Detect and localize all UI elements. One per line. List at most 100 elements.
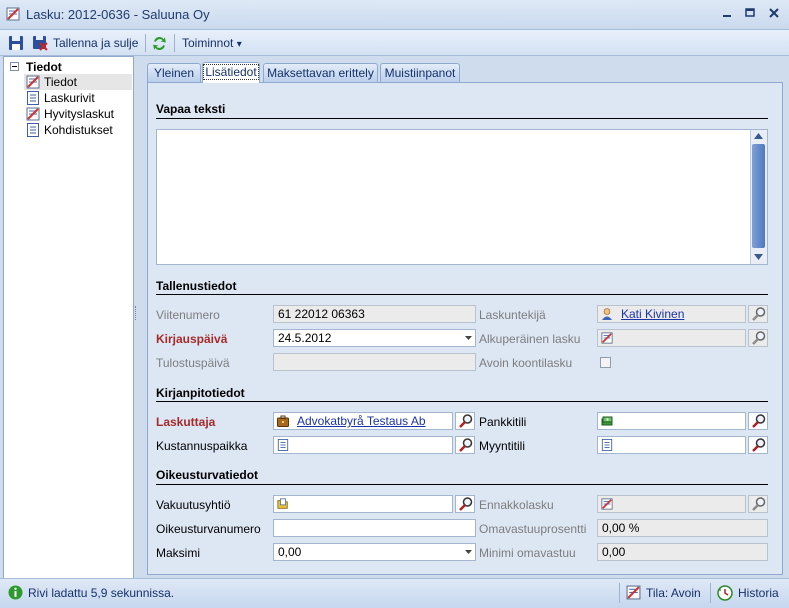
max-label: Maksimi bbox=[156, 546, 200, 560]
free-text-area[interactable] bbox=[156, 129, 768, 265]
min-deductible-field[interactable]: 0,00 bbox=[597, 543, 768, 561]
billing-party-label: Laskuttaja bbox=[156, 415, 216, 429]
tab-label: Muistiinpanot bbox=[384, 66, 456, 80]
advance-invoice-field[interactable] bbox=[597, 495, 746, 513]
bank-account-label: Pankkitili bbox=[479, 415, 527, 429]
scrollbar[interactable] bbox=[750, 130, 767, 264]
booking-date-field[interactable]: 24.5.2012 bbox=[273, 329, 476, 347]
legal-number-field[interactable] bbox=[273, 519, 476, 537]
insurer-field[interactable] bbox=[273, 495, 453, 513]
tab-muistiinpanot[interactable]: Muistiinpanot bbox=[380, 63, 460, 83]
close-icon bbox=[769, 8, 779, 18]
biller-link[interactable]: Kati Kivinen bbox=[621, 306, 684, 322]
cost-center-lookup-button[interactable] bbox=[455, 436, 475, 454]
original-invoice-lookup-button[interactable] bbox=[748, 329, 768, 347]
cost-center-label: Kustannuspaikka bbox=[156, 439, 248, 453]
tree-item-laskurivit[interactable]: Laskurivit bbox=[24, 90, 132, 106]
magnifier-icon bbox=[752, 307, 766, 321]
bank-account-field[interactable] bbox=[597, 412, 746, 430]
tab-label: Maksettavan erittely bbox=[267, 66, 374, 80]
navigation-tree: Tiedot Tiedot Laskurivit Hyvityslaskut K… bbox=[3, 56, 134, 579]
toolbar: Tallenna ja sulje Toiminnot ▾ bbox=[0, 30, 789, 56]
reference-field[interactable]: 61 22012 06363 bbox=[273, 305, 476, 323]
invoice-icon bbox=[601, 332, 613, 344]
status-bar: Rivi ladattu 5,9 sekunnissa. Tila: Avoin… bbox=[0, 578, 789, 608]
tree-item-hyvityslaskut[interactable]: Hyvityslaskut bbox=[24, 106, 132, 122]
deductible-pct-label: Omavastuuprosentti bbox=[479, 522, 587, 536]
advance-invoice-lookup-button[interactable] bbox=[748, 495, 768, 513]
folder-icon bbox=[277, 498, 288, 509]
history-button[interactable]: Historia bbox=[717, 585, 783, 601]
actions-menu-label: Toiminnot bbox=[182, 36, 234, 50]
scrollbar-thumb[interactable] bbox=[752, 144, 765, 248]
scroll-down-icon[interactable] bbox=[754, 254, 763, 260]
money-icon bbox=[601, 416, 613, 426]
chevron-down-icon[interactable] bbox=[465, 550, 472, 554]
insurer-lookup-button[interactable] bbox=[455, 495, 475, 513]
max-field[interactable]: 0,00 bbox=[273, 543, 476, 561]
toolbar-separator bbox=[174, 34, 175, 52]
close-button[interactable] bbox=[763, 6, 785, 22]
tree-item-kohdistukset[interactable]: Kohdistukset bbox=[24, 122, 132, 138]
status-separator bbox=[619, 583, 620, 603]
insurer-label: Vakuutusyhtiö bbox=[156, 498, 231, 512]
maximize-button[interactable] bbox=[739, 6, 761, 22]
billing-party-link[interactable]: Advokatbyrå Testaus Ab bbox=[297, 413, 426, 429]
save-and-close-label: Tallenna ja sulje bbox=[53, 36, 139, 50]
tab-maksettavan-erittely[interactable]: Maksettavan erittely bbox=[263, 63, 378, 83]
tree-item-label: Hyvityslaskut bbox=[44, 107, 115, 121]
history-label: Historia bbox=[738, 586, 779, 600]
tab-yleinen[interactable]: Yleinen bbox=[147, 63, 201, 83]
minimize-button[interactable] bbox=[716, 6, 738, 22]
actions-menu[interactable]: Toiminnot ▾ bbox=[182, 34, 252, 52]
print-date-label: Tulostuspäivä bbox=[156, 356, 230, 370]
save-and-close-button[interactable]: Tallenna ja sulje bbox=[32, 34, 140, 52]
sales-account-field[interactable] bbox=[597, 436, 746, 454]
advance-invoice-label: Ennakkolasku bbox=[479, 498, 554, 512]
title-bar: Lasku: 2012-0636 - Saluuna Oy bbox=[0, 0, 789, 30]
magnifier-icon bbox=[459, 438, 473, 452]
scroll-up-icon[interactable] bbox=[754, 133, 763, 139]
chevron-down-icon[interactable] bbox=[465, 336, 472, 340]
tab-label: Lisätiedot bbox=[203, 64, 259, 80]
section-free-text: Vapaa teksti bbox=[156, 102, 226, 116]
sales-account-lookup-button[interactable] bbox=[748, 436, 768, 454]
splitter-handle[interactable] bbox=[134, 56, 138, 577]
magnifier-icon bbox=[752, 497, 766, 511]
deductible-pct-field[interactable]: 0,00 % bbox=[597, 519, 768, 537]
invoice-icon bbox=[26, 75, 40, 89]
cost-center-field[interactable] bbox=[273, 436, 453, 454]
document-icon bbox=[27, 91, 39, 105]
section-divider bbox=[156, 294, 768, 295]
collapse-icon[interactable] bbox=[10, 62, 19, 71]
billing-party-lookup-button[interactable] bbox=[455, 412, 475, 430]
minimize-icon bbox=[723, 15, 731, 17]
invoice-icon bbox=[6, 7, 20, 21]
invoice-icon bbox=[626, 585, 641, 600]
refresh-button[interactable] bbox=[151, 34, 169, 52]
tree-item-label: Kohdistukset bbox=[44, 123, 113, 137]
bank-account-lookup-button[interactable] bbox=[748, 412, 768, 430]
print-date-field[interactable] bbox=[273, 353, 476, 371]
window-title: Lasku: 2012-0636 - Saluuna Oy bbox=[26, 7, 210, 22]
min-deductible-label: Minimi omavastuu bbox=[479, 546, 576, 560]
original-invoice-field[interactable] bbox=[597, 329, 746, 347]
tree-item-tiedot[interactable]: Tiedot bbox=[24, 74, 132, 90]
status-message-text: Rivi ladattu 5,9 sekunnissa. bbox=[28, 586, 175, 600]
biller-lookup-button[interactable] bbox=[748, 305, 768, 323]
billing-party-field[interactable]: Advokatbyrå Testaus Ab bbox=[273, 412, 453, 430]
magnifier-icon bbox=[752, 331, 766, 345]
open-summary-label: Avoin koontilasku bbox=[479, 356, 573, 370]
document-icon bbox=[27, 123, 39, 137]
section-legal: Oikeusturvatiedot bbox=[156, 468, 259, 482]
magnifier-icon bbox=[752, 414, 766, 428]
invoice-icon bbox=[26, 107, 40, 121]
open-summary-checkbox[interactable] bbox=[600, 357, 611, 368]
tab-lisatiedot[interactable]: Lisätiedot bbox=[202, 62, 260, 83]
state-label: Tila: Avoin bbox=[646, 586, 701, 600]
biller-field[interactable]: Kati Kivinen bbox=[597, 305, 746, 323]
save-button[interactable] bbox=[8, 34, 26, 52]
state-button[interactable]: Tila: Avoin bbox=[626, 585, 708, 601]
info-icon bbox=[8, 585, 23, 600]
max-value: 0,00 bbox=[278, 545, 302, 559]
